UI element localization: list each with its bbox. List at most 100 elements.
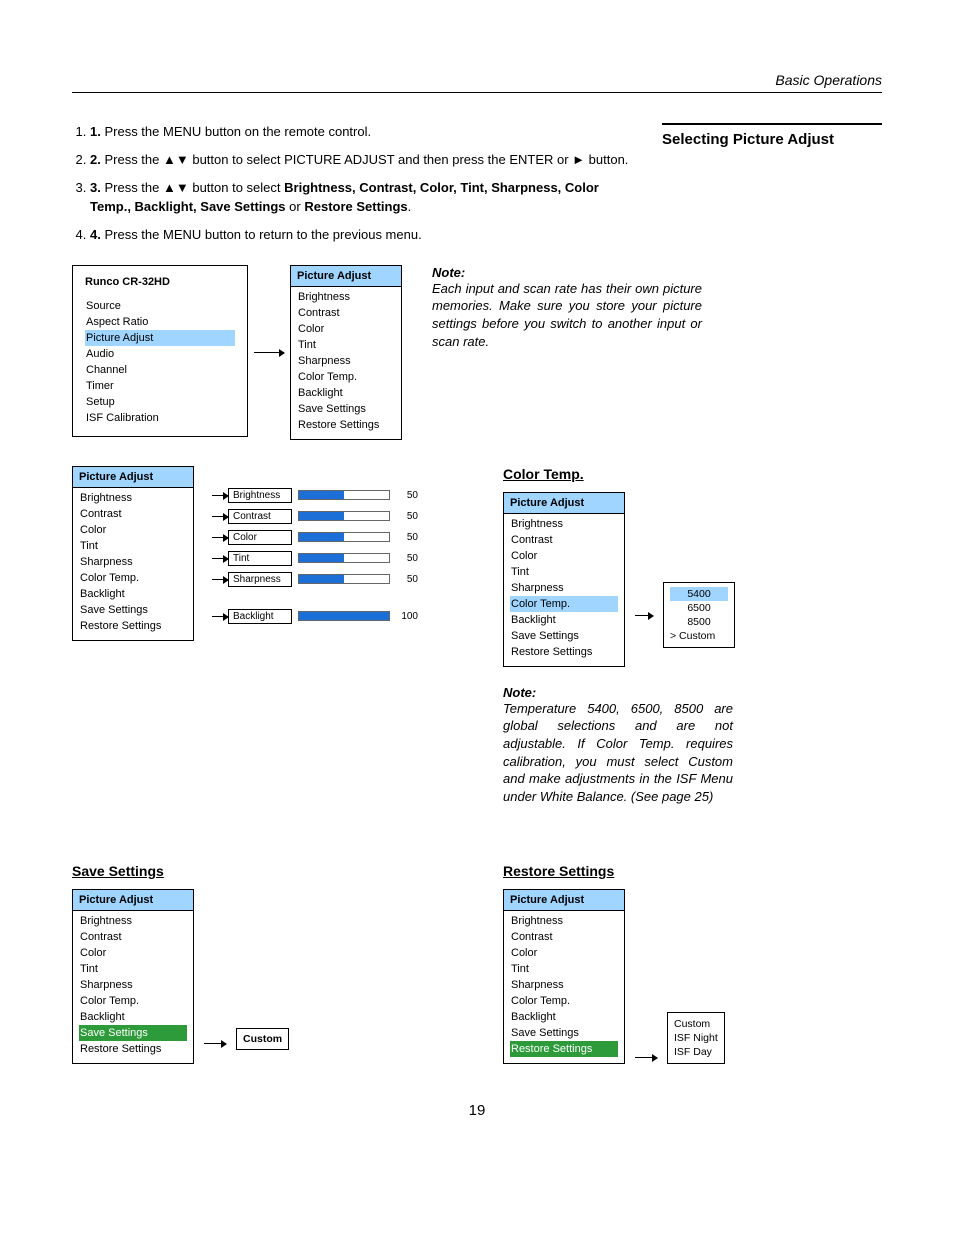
slider-label: Backlight xyxy=(228,609,292,624)
pa-submenu-item: Tint xyxy=(297,337,395,353)
colortemp-heading: Color Temp. xyxy=(503,466,882,482)
step-4-text: Press the MENU button to return to the p… xyxy=(104,227,421,242)
lead-line xyxy=(212,558,228,559)
bottom-columns: Save Settings Picture Adjust BrightnessC… xyxy=(72,845,882,1064)
pa-submenu-item: Color Temp. xyxy=(297,369,395,385)
slider-fill xyxy=(299,612,389,620)
pa-item: Color xyxy=(510,945,618,961)
pa-item: Brightness xyxy=(79,913,187,929)
pa-menu-save-items: BrightnessContrastColorTintSharpnessColo… xyxy=(73,911,193,1063)
pa-item: Save Settings xyxy=(510,1025,618,1041)
main-menu-item: ISF Calibration xyxy=(85,410,235,426)
restore-popup-item: Custom xyxy=(674,1017,718,1031)
pa-item: Sharpness xyxy=(510,977,618,993)
main-menu-box: Runco CR-32HD SourceAspect RatioPicture … xyxy=(72,265,248,437)
pa-item: Tint xyxy=(79,961,187,977)
slider-value: 50 xyxy=(396,574,418,585)
slider-value: 50 xyxy=(396,553,418,564)
pa-item: Tint xyxy=(79,538,187,554)
slider-fill xyxy=(299,533,344,541)
pa-submenu-box: Picture Adjust BrightnessContrastColorTi… xyxy=(290,265,402,440)
step-1-text: Press the MENU button on the remote cont… xyxy=(104,124,371,139)
slider-row: Contrast 50 xyxy=(212,509,418,524)
pa-item: Contrast xyxy=(510,532,618,548)
pa-submenu-item: Save Settings xyxy=(297,401,395,417)
step-4: 4. Press the MENU button to return to th… xyxy=(90,226,632,244)
slider-label: Color xyxy=(228,530,292,545)
lead-line xyxy=(212,616,228,617)
connector xyxy=(635,1057,657,1058)
step-2a: Press the xyxy=(104,152,163,167)
pa-menu-save: Picture Adjust BrightnessContrastColorTi… xyxy=(72,889,194,1064)
pa-submenu-item: Sharpness xyxy=(297,353,395,369)
slider-row: Tint50 xyxy=(212,551,418,566)
main-menu-title: Runco CR-32HD xyxy=(85,276,235,298)
slider-bar xyxy=(298,532,390,542)
pa-item: Sharpness xyxy=(510,580,618,596)
save-settings-col: Save Settings Picture Adjust BrightnessC… xyxy=(72,845,451,1064)
slider-value: 50 xyxy=(396,490,418,501)
right-icon: ► xyxy=(572,152,585,167)
pa-submenu-item: Brightness xyxy=(297,289,395,305)
save-popup-text: Custom xyxy=(243,1033,282,1045)
pa-menu-left: Picture Adjust BrightnessContrastColorTi… xyxy=(72,466,194,641)
slider-bar xyxy=(298,490,390,500)
pa-item: Restore Settings xyxy=(79,618,187,634)
step-3d: . xyxy=(408,199,412,214)
main-menu-items: SourceAspect RatioPicture AdjustAudioCha… xyxy=(85,298,235,426)
slider-fill xyxy=(299,491,344,499)
pa-item: Color Temp. xyxy=(510,993,618,1009)
slider-row: Color 50 xyxy=(212,530,418,545)
slider-label: Brightness xyxy=(228,488,292,503)
page-number: 19 xyxy=(72,1102,882,1119)
colortemp-option: 8500 xyxy=(670,615,728,629)
pa-menu-left-items: BrightnessContrastColorTintSharpnessColo… xyxy=(73,488,193,640)
note-2: Note: Temperature 5400, 6500, 8500 are g… xyxy=(503,685,733,805)
slider-row: Brightness 50 xyxy=(212,488,418,503)
pa-item: Color xyxy=(79,945,187,961)
slider-value: 50 xyxy=(396,511,418,522)
colortemp-option: > Custom xyxy=(670,629,728,643)
colortemp-option: 6500 xyxy=(670,601,728,615)
pa-submenu-item: Color xyxy=(297,321,395,337)
pa-menu-save-title: Picture Adjust xyxy=(73,890,193,911)
main-menu-item: Picture Adjust xyxy=(85,330,235,346)
pa-item: Save Settings xyxy=(79,1025,187,1041)
diagram-main-row: Runco CR-32HD SourceAspect RatioPicture … xyxy=(72,265,882,440)
slider-fill xyxy=(299,575,344,583)
note-2-body: Temperature 5400, 6500, 8500 are global … xyxy=(503,700,733,805)
slider-value: 50 xyxy=(396,532,418,543)
pa-item: Contrast xyxy=(79,929,187,945)
colortemp-option: 5400 xyxy=(670,587,728,601)
main-menu-item: Source xyxy=(85,298,235,314)
restore-popup: CustomISF NightISF Day xyxy=(667,1012,725,1064)
pa-item: Brightness xyxy=(510,516,618,532)
pa-item: Brightness xyxy=(79,490,187,506)
slider-value: 100 xyxy=(396,611,418,622)
step-3a: Press the xyxy=(104,180,163,195)
slider-bar xyxy=(298,611,390,621)
pa-menu-left-title: Picture Adjust xyxy=(73,467,193,488)
pa-item: Tint xyxy=(510,564,618,580)
slider-label: Contrast xyxy=(228,509,292,524)
pa-item: Backlight xyxy=(79,1009,187,1025)
pa-menu-colortemp: Picture Adjust BrightnessContrastColorTi… xyxy=(503,492,625,667)
pa-item: Sharpness xyxy=(79,554,187,570)
instructions: 1. Press the MENU button on the remote c… xyxy=(72,123,632,257)
pa-item: Save Settings xyxy=(79,602,187,618)
top-section: 1. Press the MENU button on the remote c… xyxy=(72,123,882,257)
step-3-bold2: Restore Settings xyxy=(304,199,407,214)
note-1-body: Each input and scan rate has their own p… xyxy=(432,280,702,350)
note-2-title: Note: xyxy=(503,685,733,700)
pa-item: Color Temp. xyxy=(510,596,618,612)
slider-bar xyxy=(298,553,390,563)
restore-settings-col: Restore Settings Picture Adjust Brightne… xyxy=(503,845,882,1064)
pa-item: Contrast xyxy=(510,929,618,945)
main-menu-item: Aspect Ratio xyxy=(85,314,235,330)
header-section: Basic Operations xyxy=(72,72,882,93)
pa-submenu-item: Restore Settings xyxy=(297,417,395,433)
step-2b: button to select PICTURE ADJUST and then… xyxy=(189,152,572,167)
updown-icon: ▲▼ xyxy=(163,179,189,197)
pa-item: Color xyxy=(510,548,618,564)
pa-submenu-item: Backlight xyxy=(297,385,395,401)
